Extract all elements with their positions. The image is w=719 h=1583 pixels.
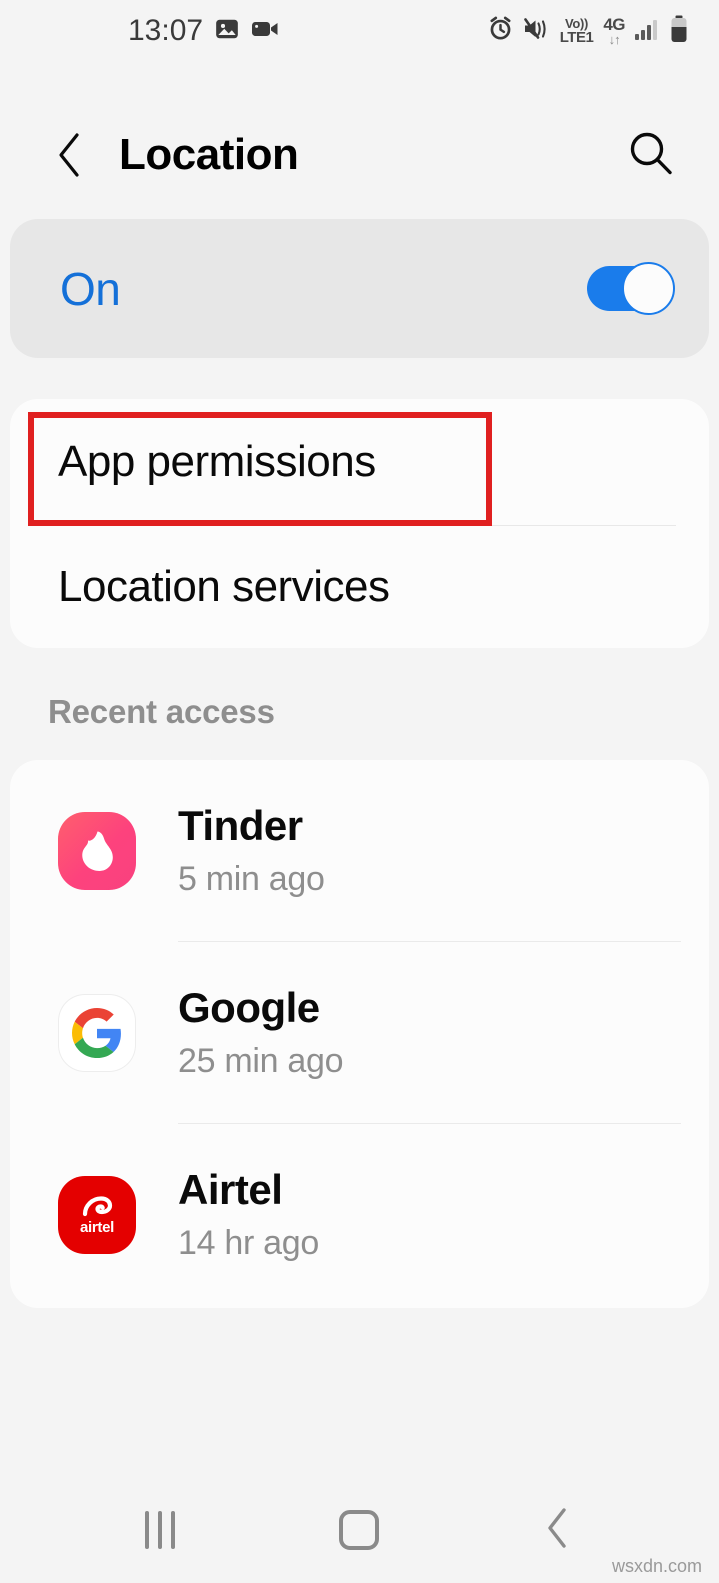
settings-row-label: App permissions (58, 436, 376, 486)
list-item[interactable]: Google 25 min ago (10, 942, 709, 1124)
alarm-icon (487, 15, 514, 47)
settings-row-label: Location services (58, 561, 390, 611)
search-button[interactable] (625, 130, 677, 182)
settings-row-location-services[interactable]: Location services (10, 524, 709, 648)
location-toggle-switch[interactable] (587, 262, 675, 315)
status-bar: 13:07 Vo)) LTE1 4G ↓↑ (0, 0, 719, 62)
status-clock: 13:07 (128, 14, 204, 47)
battery-icon (669, 15, 689, 48)
google-icon (58, 994, 136, 1072)
signal-bars-icon (634, 17, 660, 46)
mute-vibrate-icon (523, 16, 551, 47)
location-master-toggle-card[interactable]: On (10, 219, 709, 358)
home-button[interactable] (299, 1477, 419, 1583)
back-icon (543, 1506, 571, 1555)
video-camera-icon (251, 17, 279, 46)
app-name: Tinder (178, 801, 303, 849)
app-name: Airtel (178, 1165, 283, 1213)
status-bar-right: Vo)) LTE1 4G ↓↑ (487, 0, 689, 62)
recents-icon (145, 1511, 175, 1549)
list-item[interactable]: Tinder 5 min ago (10, 760, 709, 942)
volte-icon: Vo)) LTE1 (559, 16, 594, 46)
image-icon (214, 16, 240, 47)
recent-access-card: Tinder 5 min ago Google 25 min ago airte… (10, 760, 709, 1308)
app-access-time: 25 min ago (178, 1041, 344, 1080)
network-4g-icon: 4G ↓↑ (603, 15, 625, 47)
airtel-icon: airtel (58, 1176, 136, 1254)
page-title: Location (119, 130, 299, 179)
search-icon (625, 128, 677, 185)
location-settings-card: App permissions Location services (10, 399, 709, 648)
phone-screen: 13:07 Vo)) LTE1 4G ↓↑ Location On App pe… (0, 0, 719, 1583)
tinder-icon (58, 812, 136, 890)
app-access-time: 14 hr ago (178, 1223, 319, 1262)
back-button[interactable] (46, 130, 92, 180)
system-back-button[interactable] (497, 1477, 617, 1583)
recents-button[interactable] (100, 1477, 220, 1583)
settings-row-app-permissions[interactable]: App permissions (10, 399, 709, 526)
home-icon (339, 1510, 379, 1550)
app-name: Google (178, 983, 320, 1031)
status-bar-left: 13:07 (128, 0, 279, 62)
app-header: Location (0, 105, 719, 205)
watermark: wsxdn.com (611, 1556, 702, 1576)
toggle-state-label: On (60, 262, 121, 315)
list-item[interactable]: airtel Airtel 14 hr ago (10, 1124, 709, 1306)
app-access-time: 5 min ago (178, 859, 325, 898)
recent-access-section-title: Recent access (48, 693, 275, 730)
toggle-knob (622, 262, 675, 315)
